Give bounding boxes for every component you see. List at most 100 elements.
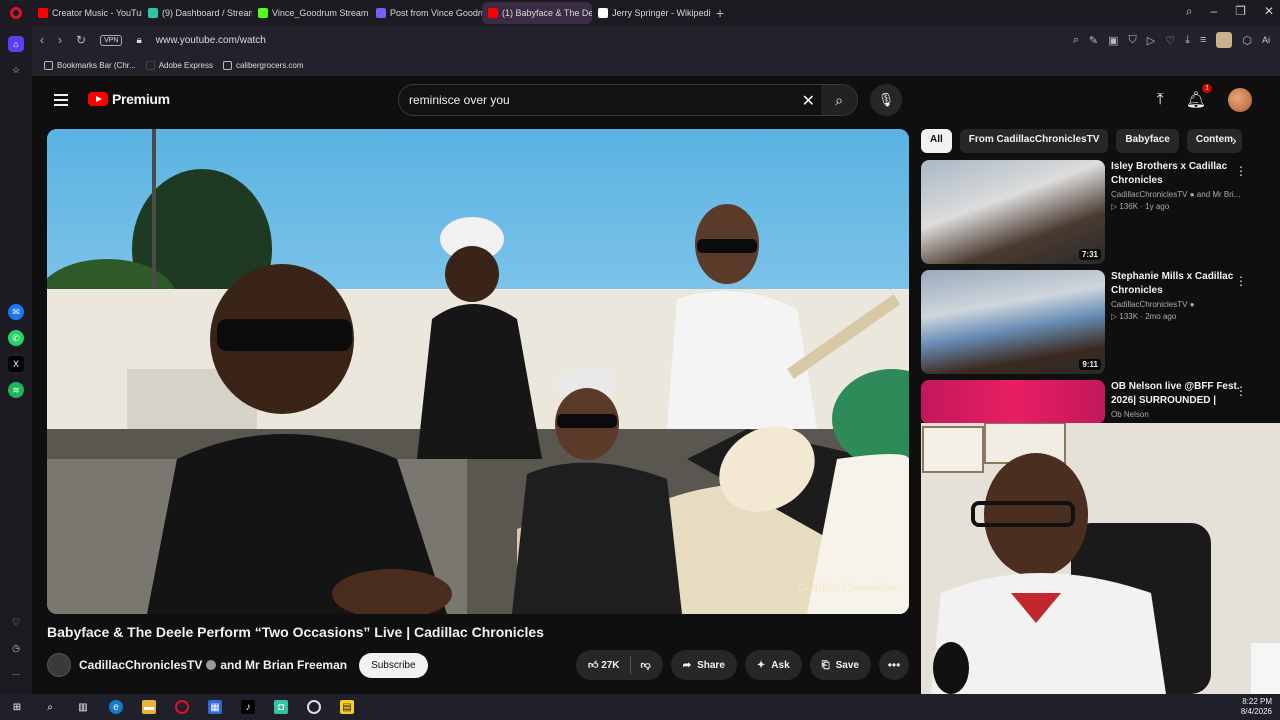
ai-button[interactable]: Ai [1262,35,1270,45]
search-icon[interactable]: ⌕ [43,700,57,714]
recommendation-title[interactable]: Stephanie Mills x Cadillac Chronicles [1111,270,1247,298]
video-watermark: Cadillac Chronicles [798,583,897,594]
chip-from-channel[interactable]: From CadillacChroniclesTV [959,129,1109,153]
adobe-icon [145,60,155,70]
vpn-badge[interactable]: VPN [100,34,123,46]
tab-post[interactable]: Post from Vince Goodrum [370,2,482,24]
ask-button[interactable]: ✦ Ask [744,650,802,680]
bookmark-folder[interactable]: Bookmarks Bar (Chr... [44,60,136,70]
maximize-button[interactable]: ❐ [1235,4,1246,19]
lens-icon[interactable]: ⌕ [1073,34,1079,47]
windows-taskbar: ⊞ ⌕ ▥ e ▬ ▦ ♪ ◘ ▤ 8:22 PM 8/4/2026 [0,694,1280,720]
whatsapp-icon[interactable]: ✆ [8,330,24,346]
back-icon[interactable]: ‹ [40,33,44,47]
new-tab-button[interactable]: + [716,5,724,21]
notifications-bell-icon[interactable]: 🔔︎ 1 [1186,84,1212,110]
youtube-header: Premium reminisce over you ✕ ⌕ 🎙︎ ⤒ 🔔︎ 1 [32,76,1280,124]
recommendation-item[interactable]: 9:11 Stephanie Mills x Cadillac Chronicl… [921,270,1261,374]
close-window-button[interactable]: ✕ [1264,4,1274,19]
star-icon[interactable]: ☆ [8,62,24,78]
clear-search-icon[interactable]: ✕ [802,91,815,111]
verified-icon: ● [1189,300,1195,309]
heart-icon[interactable]: ♡ [1165,34,1175,47]
recommendation-title[interactable]: Isley Brothers x Cadillac Chronicles [1111,160,1247,188]
hamburger-menu-icon[interactable] [54,94,68,106]
video-thumbnail[interactable]: 9:11 [921,270,1105,374]
video-frame [47,129,909,614]
kick-favicon-icon [258,8,268,18]
download-icon[interactable]: ⤓ [1185,34,1190,47]
streamlabs-icon[interactable]: ◘ [274,700,288,714]
camera-icon[interactable]: ▣ [1108,34,1118,47]
messenger-icon[interactable]: ✉ [8,304,24,320]
search-box[interactable]: reminisce over you ✕ ⌕ [398,84,858,116]
system-clock[interactable]: 8:22 PM 8/4/2026 [1241,697,1272,717]
more-vertical-icon[interactable]: ⋮ [1235,384,1247,398]
more-vertical-icon[interactable]: ⋮ [1235,164,1247,178]
more-vertical-icon[interactable]: ⋮ [1235,274,1247,288]
url-field[interactable]: www.youtube.com/watch [156,35,266,46]
channel-name[interactable]: CadillacChroniclesTV [79,658,202,672]
history-icon[interactable]: ◷ [8,640,24,656]
video-thumbnail[interactable]: 7:31 [921,160,1105,264]
channel-avatar[interactable] [47,653,71,677]
search-button[interactable]: ⌕ [821,85,857,115]
dislike-button[interactable]: 👎︎ [641,659,651,671]
opera-logo-icon[interactable] [0,0,32,26]
recommendation-item[interactable]: OB Nelson live @BFF Fest. 2026| SURROUND… [921,380,1261,424]
recommendation-channel: Ob Nelson [1111,410,1149,419]
bookmark-calibergrocers[interactable]: calibergrocers.com [222,60,304,70]
tab-babyface-video[interactable]: (1) Babyface & The De [482,2,592,24]
reload-icon[interactable]: ↻ [76,33,86,47]
windows-start-icon[interactable]: ⊞ [10,700,24,714]
chip-babyface[interactable]: Babyface [1116,129,1179,153]
menu-icon[interactable]: ≡ [1200,34,1206,46]
tab-creator-music[interactable]: Creator Music - YouTube [32,2,142,24]
search-input[interactable]: reminisce over you [409,93,510,107]
heart-icon[interactable]: ♡ [8,614,24,630]
task-view-icon[interactable]: ▥ [76,700,90,714]
spotify-icon[interactable]: ≋ [8,382,24,398]
edit-icon[interactable]: ✎ [1089,34,1098,47]
more-actions-button[interactable]: ••• [879,650,909,680]
chip-all[interactable]: All [921,129,952,153]
file-explorer-icon[interactable]: ▬ [142,700,156,714]
shield-icon[interactable]: ⛉ [1128,34,1136,47]
x-twitter-icon[interactable]: X [8,356,24,372]
voice-search-button[interactable]: 🎙︎ [870,84,902,116]
share-button[interactable]: ➦ Share [670,650,737,680]
recommendation-stats: ▷ 133K · 2mo ago [1111,312,1177,321]
tab-kick-stream[interactable]: Vince_Goodrum Stream [252,2,370,24]
extension-avatar[interactable] [1216,32,1233,48]
recommendation-title[interactable]: OB Nelson live @BFF Fest. 2026| SURROUND… [1111,380,1247,408]
home-icon[interactable]: ⌂ [8,36,24,52]
chevron-right-icon[interactable]: › [1232,132,1237,148]
forward-icon[interactable]: › [58,33,62,47]
sticky-notes-icon[interactable]: ▤ [340,700,354,714]
video-player[interactable]: Cadillac Chronicles [47,129,909,614]
minimize-button[interactable]: – [1210,4,1217,19]
edge-icon[interactable]: e [109,700,123,714]
upload-icon[interactable]: ⤒ [1157,91,1164,109]
bookmark-adobe-express[interactable]: Adobe Express [145,60,213,70]
store-icon[interactable]: ▦ [208,700,222,714]
cube-icon[interactable]: ⬡ [1242,34,1252,47]
tab-streamlabs[interactable]: (9) Dashboard / Streamlab [142,2,252,24]
more-icon[interactable]: ··· [8,666,24,682]
obs-icon[interactable] [307,700,321,714]
subscribe-button[interactable]: Subscribe [359,652,428,678]
duration-badge: 9:11 [1079,359,1101,370]
recommendation-item[interactable]: 7:31 Isley Brothers x Cadillac Chronicle… [921,160,1261,264]
opera-taskbar-icon[interactable] [175,700,189,714]
youtube-premium-logo[interactable]: Premium [88,91,170,107]
like-button[interactable]: 👍︎ 27K [588,659,620,671]
tab-search-icon[interactable]: ⌕ [1186,4,1193,19]
tiktok-icon[interactable]: ♪ [241,700,255,714]
play-icon[interactable]: ▷ [1147,34,1155,47]
bookmarks-bar: Bookmarks Bar (Chr... Adobe Express cali… [32,54,1280,76]
save-button[interactable]: ⎗ Save [809,650,871,680]
video-thumbnail[interactable] [921,380,1105,424]
collaborator-name[interactable]: and Mr Brian Freeman [220,658,347,672]
tab-wikipedia[interactable]: Jerry Springer - Wikipedia [592,2,710,24]
account-avatar[interactable] [1228,88,1252,112]
